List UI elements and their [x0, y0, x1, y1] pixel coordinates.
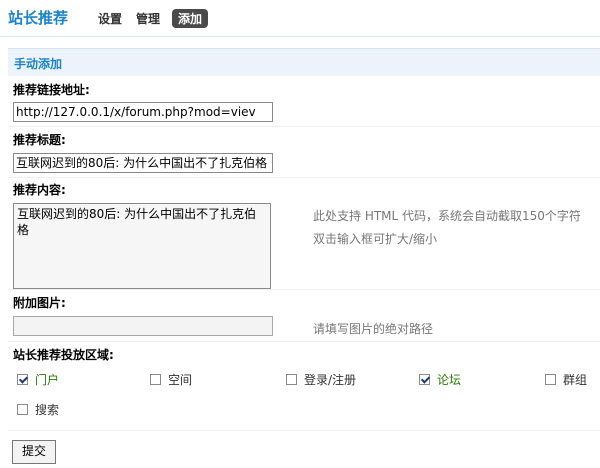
nav-add[interactable]: 添加	[172, 9, 209, 28]
search-label: 搜索	[35, 403, 60, 417]
area-login[interactable]: 登录/注册	[286, 371, 356, 388]
area-group[interactable]: 群组	[545, 371, 587, 388]
row-divider	[8, 430, 600, 431]
image-label: 附加图片:	[13, 296, 66, 310]
space-label: 空间	[168, 373, 193, 387]
row-divider	[8, 126, 600, 127]
row-divider	[8, 177, 600, 178]
area-forum[interactable]: 论坛	[419, 371, 461, 388]
group-label: 群组	[563, 373, 588, 387]
login-checkbox[interactable]	[286, 374, 297, 385]
header-divider	[0, 36, 600, 37]
areas-label: 站长推荐投放区域:	[13, 348, 114, 362]
row-divider	[8, 341, 600, 342]
nav-manage[interactable]: 管理	[134, 9, 162, 28]
forum-checkbox[interactable]	[419, 374, 430, 385]
link-input[interactable]: http://127.0.0.1/x/forum.php?mod=viev	[13, 102, 273, 122]
space-checkbox[interactable]	[150, 374, 161, 385]
top-nav: 设置 管理 添加	[96, 9, 209, 28]
content-label: 推荐内容:	[13, 183, 66, 197]
search-checkbox[interactable]	[17, 404, 28, 415]
image-input[interactable]	[13, 316, 273, 336]
section-header: 手动添加	[8, 48, 600, 76]
forum-label: 论坛	[437, 373, 462, 387]
group-checkbox[interactable]	[545, 374, 556, 385]
title-input[interactable]: 互联网迟到的80后: 为什么中国出不了扎克伯格	[13, 153, 273, 173]
title-label: 推荐标题:	[13, 133, 66, 147]
area-search[interactable]: 搜索	[17, 401, 59, 418]
row-divider	[8, 289, 600, 290]
portal-checkbox[interactable]	[17, 374, 28, 385]
content-hint-html: 此处支持 HTML 代码，系统会自动截取150个字符	[313, 209, 581, 223]
login-label: 登录/注册	[304, 373, 357, 387]
nav-settings[interactable]: 设置	[96, 9, 124, 28]
header: 站长推荐 设置 管理 添加	[0, 0, 600, 36]
image-hint: 请填写图片的绝对路径	[313, 322, 434, 336]
section-title: 手动添加	[14, 57, 63, 71]
link-label: 推荐链接地址:	[13, 83, 90, 97]
content-textarea[interactable]: 互联网迟到的80后: 为什么中国出不了扎克伯格	[13, 203, 271, 289]
portal-label: 门户	[35, 373, 60, 387]
area-portal[interactable]: 门户	[17, 371, 59, 388]
area-space[interactable]: 空间	[150, 371, 192, 388]
app-title: 站长推荐	[8, 9, 69, 27]
content-hint-resize: 双击输入框可扩大/缩小	[313, 232, 438, 246]
submit-button[interactable]: 提交	[12, 440, 56, 464]
